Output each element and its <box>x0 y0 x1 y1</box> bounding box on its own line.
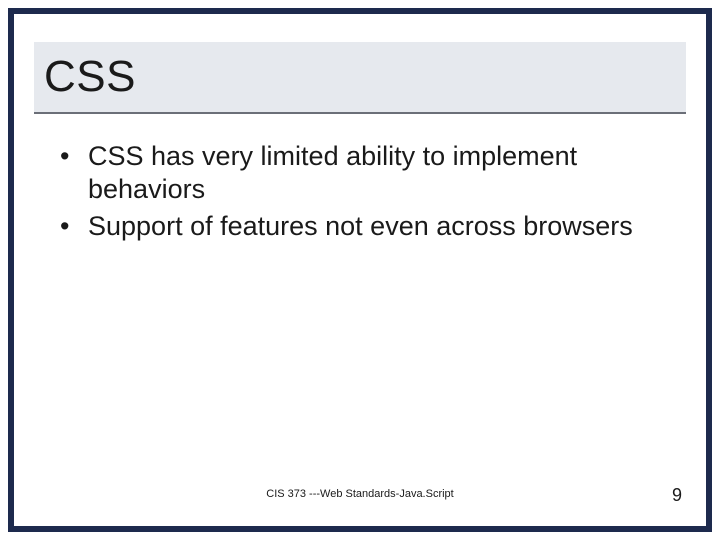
list-item: • CSS has very limited ability to implem… <box>60 140 670 206</box>
bullet-icon: • <box>60 210 88 243</box>
slide-frame: CSS • CSS has very limited ability to im… <box>8 8 712 532</box>
slide-content-area: CSS • CSS has very limited ability to im… <box>20 20 700 520</box>
footer-text: CIS 373 ---Web Standards-Java.Script <box>20 488 700 500</box>
page-number: 9 <box>672 485 682 506</box>
body-area: • CSS has very limited ability to implem… <box>60 140 670 247</box>
bullet-text: Support of features not even across brow… <box>88 210 670 243</box>
list-item: • Support of features not even across br… <box>60 210 670 243</box>
title-bar: CSS <box>34 42 686 114</box>
slide-title: CSS <box>44 52 136 102</box>
bullet-text: CSS has very limited ability to implemen… <box>88 140 670 206</box>
bullet-icon: • <box>60 140 88 206</box>
